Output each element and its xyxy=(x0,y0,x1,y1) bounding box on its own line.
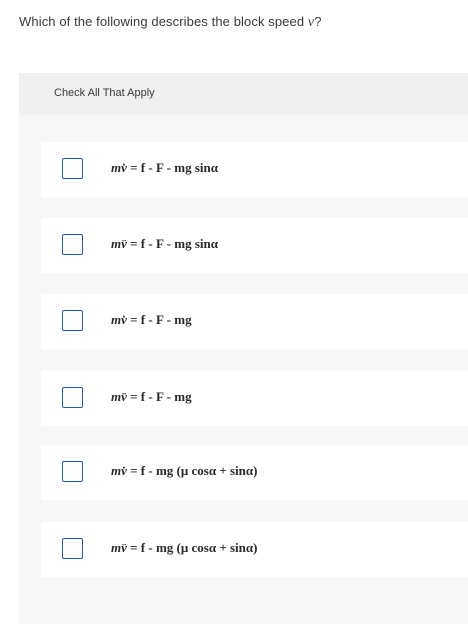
formula-lhs: mv̇ xyxy=(111,463,127,478)
formula-rhs: = f - mg (μ cosα + sinα) xyxy=(130,463,258,478)
option-1[interactable]: mv̇ = f - F - mg sinα xyxy=(41,142,468,197)
formula-rhs: = f - F - mg xyxy=(130,312,192,327)
question-suffix: ? xyxy=(314,14,322,29)
checkbox[interactable] xyxy=(62,234,83,255)
answer-panel: Check All That Apply mv̇ = f - F - mg si… xyxy=(19,73,468,624)
checkbox[interactable] xyxy=(62,461,83,482)
formula-rhs: = f - mg (μ cosα + sinα) xyxy=(130,540,258,555)
checkbox[interactable] xyxy=(62,310,83,331)
formula-rhs: = f - F - mg sinα xyxy=(130,236,218,251)
option-formula: mv̈ = f - F - mg xyxy=(111,389,192,405)
checkbox[interactable] xyxy=(62,158,83,179)
formula-lhs: mv̇ xyxy=(111,160,127,175)
option-5[interactable]: mv̇ = f - mg (μ cosα + sinα) xyxy=(41,445,468,500)
panel-header: Check All That Apply xyxy=(19,73,468,115)
formula-lhs: mv̈ xyxy=(111,540,127,555)
checkbox[interactable] xyxy=(62,538,83,559)
formula-lhs: mv̈ xyxy=(111,236,127,251)
option-formula: mv̇ = f - F - mg sinα xyxy=(111,160,218,176)
formula-lhs: mv̈ xyxy=(111,389,127,404)
option-2[interactable]: mv̈ = f - F - mg sinα xyxy=(41,218,468,273)
option-formula: mv̈ = f - F - mg sinα xyxy=(111,236,218,252)
question-text: Which of the following describes the blo… xyxy=(19,14,322,31)
option-4[interactable]: mv̈ = f - F - mg xyxy=(41,371,468,426)
formula-rhs: = f - F - mg xyxy=(130,389,192,404)
formula-lhs: mv̇ xyxy=(111,312,127,327)
question-prefix: Which of the following describes the blo… xyxy=(19,14,308,29)
checkbox[interactable] xyxy=(62,387,83,408)
instruction-text: Check All That Apply xyxy=(54,87,155,99)
option-6[interactable]: mv̈ = f - mg (μ cosα + sinα) xyxy=(41,522,468,577)
option-formula: mv̇ = f - mg (μ cosα + sinα) xyxy=(111,463,257,479)
option-formula: mv̇ = f - F - mg xyxy=(111,312,192,328)
formula-rhs: = f - F - mg sinα xyxy=(130,160,218,175)
option-3[interactable]: mv̇ = f - F - mg xyxy=(41,294,468,349)
option-formula: mv̈ = f - mg (μ cosα + sinα) xyxy=(111,540,257,556)
